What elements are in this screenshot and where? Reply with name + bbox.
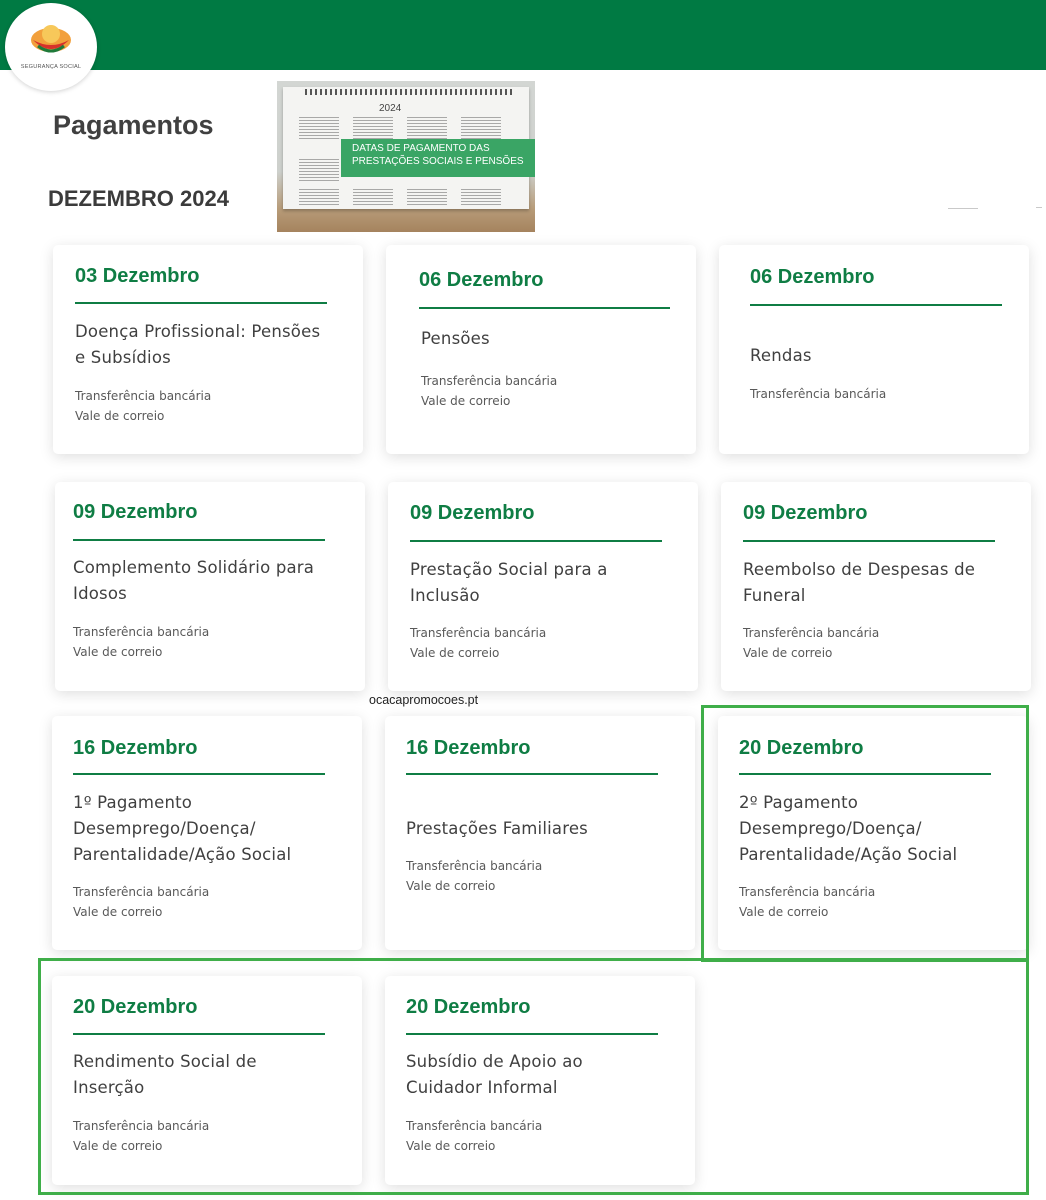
payment-date: 09 Dezembro [743,502,868,524]
calendar-month-grid [299,117,339,139]
payment-title: 1º Pagamento Desemprego/Doença/ Parental… [73,790,291,868]
payment-date: 06 Dezembro [419,269,544,291]
payment-card[interactable]: 09 Dezembro Prestação Social para a Incl… [388,482,698,691]
payment-title-line: Parentalidade/Ação Social [73,845,292,864]
payment-method: Transferência bancária [73,625,210,639]
payment-card[interactable]: 06 Dezembro Rendas Transferência bancári… [719,245,1029,454]
payment-methods: Transferência bancária Vale de correio [410,623,546,663]
logo-text: SEGURANÇA SOCIAL [20,64,82,70]
watermark-text: ocacapromocoes.pt [369,693,479,707]
payment-title-line: Desemprego/Doença/ [73,819,256,838]
payment-date: 06 Dezembro [750,266,875,288]
calendar-month-grid [299,187,339,205]
payment-date: 03 Dezembro [75,265,200,287]
payment-methods: Transferência bancária Vale de correio [75,386,211,426]
payment-methods: Transferência bancária Vale de correio [421,371,557,411]
payment-method: Transferência bancária [421,374,558,388]
date-underline [406,773,658,775]
calendar-month-grid [299,159,339,181]
date-underline [743,540,995,542]
payment-method: Vale de correio [406,879,496,893]
calendar-month-grid [353,117,393,139]
payment-method: Vale de correio [75,409,165,423]
date-underline [750,304,1002,306]
payment-title-line: Prestação Social para a [410,560,608,579]
payment-title-line: Complemento Solidário para [73,558,315,577]
payment-method: Vale de correio [73,905,163,919]
date-underline [410,540,662,542]
payment-card[interactable]: 06 Dezembro Pensões Transferência bancár… [386,245,696,454]
payment-method: Transferência bancária [750,387,887,401]
payment-card[interactable]: 09 Dezembro Complemento Solidário para I… [55,482,365,691]
payment-date: 16 Dezembro [406,737,531,759]
date-underline [419,307,670,309]
payment-card[interactable]: 03 Dezembro Doença Profissional: Pensões… [53,245,363,454]
payment-methods: Transferência bancária Vale de correio [73,882,209,922]
payment-title: Reembolso de Despesas de Funeral [743,557,975,609]
month-title: DEZEMBRO 2024 [48,186,229,211]
calendar-month-grid [353,187,393,205]
payment-method: Transferência bancária [75,389,212,403]
payment-method: Transferência bancária [743,626,880,640]
payment-method: Vale de correio [73,645,163,659]
seguranca-social-logo[interactable]: SEGURANÇA SOCIAL [5,3,97,91]
payment-methods: Transferência bancária [750,384,886,404]
payment-method: Vale de correio [743,646,833,660]
calendar-month-grid [407,187,447,205]
date-underline [75,302,327,304]
payment-methods: Transferência bancária Vale de correio [406,856,542,896]
banner-caption: DATAS DE PAGAMENTO DAS PRESTAÇÕES SOCIAI… [341,139,535,177]
payment-title-line: Doença Profissional: Pensões [75,322,321,341]
payment-title: Pensões [421,326,490,352]
payment-title: Prestações Familiares [406,816,588,842]
payment-methods: Transferência bancária Vale de correio [743,623,879,663]
payment-card[interactable]: 16 Dezembro 1º Pagamento Desemprego/Doen… [52,716,362,950]
calendar-rings [305,89,515,95]
payment-methods: Transferência bancária Vale de correio [73,622,209,662]
header-bar [0,0,1046,70]
divider [1036,207,1042,208]
payment-method: Transferência bancária [410,626,547,640]
highlight-frame [701,705,1029,962]
payment-title: Doença Profissional: Pensões e Subsídios [75,319,320,371]
date-underline [73,773,325,775]
banner-year: 2024 [379,103,402,114]
payment-date: 09 Dezembro [410,502,535,524]
calendar-month-grid [461,117,501,139]
page-title: Pagamentos [53,110,214,140]
payment-title-line: Funeral [743,586,806,605]
payment-method: Vale de correio [421,394,511,408]
payment-card[interactable]: 09 Dezembro Reembolso de Despesas de Fun… [721,482,1031,691]
payment-method: Vale de correio [410,646,500,660]
banner-caption-line: DATAS DE PAGAMENTO DAS [352,143,490,154]
flower-emblem-icon [31,25,71,53]
calendar-month-grid [407,117,447,139]
payment-title-line: Inclusão [410,586,480,605]
payment-title-line: e Subsídios [75,348,171,367]
payment-method: Transferência bancária [406,859,543,873]
payment-title-line: Reembolso de Despesas de [743,560,976,579]
payment-title-line: Idosos [73,584,127,603]
payment-title: Rendas [750,343,812,369]
banner-caption-line: PRESTAÇÕES SOCIAIS E PENSÕES [352,155,524,167]
divider [948,208,978,209]
date-underline [73,539,325,541]
payment-title-line: Pensões [421,329,490,348]
calendar-month-grid [461,187,501,205]
calendar-banner-image: 2024 DATAS DE PAGAMENTO DAS PRESTAÇÕES S… [277,81,535,232]
payment-title-line: 1º Pagamento [73,793,193,812]
payment-card[interactable]: 16 Dezembro Prestações Familiares Transf… [385,716,695,950]
payment-title-line: Rendas [750,346,812,365]
payment-title-line: Prestações Familiares [406,819,588,838]
payment-title: Prestação Social para a Inclusão [410,557,608,609]
payment-title: Complemento Solidário para Idosos [73,555,314,607]
payment-method: Transferência bancária [73,885,210,899]
payment-date: 16 Dezembro [73,737,198,759]
payment-date: 09 Dezembro [73,501,198,523]
highlight-frame [38,958,1029,1195]
